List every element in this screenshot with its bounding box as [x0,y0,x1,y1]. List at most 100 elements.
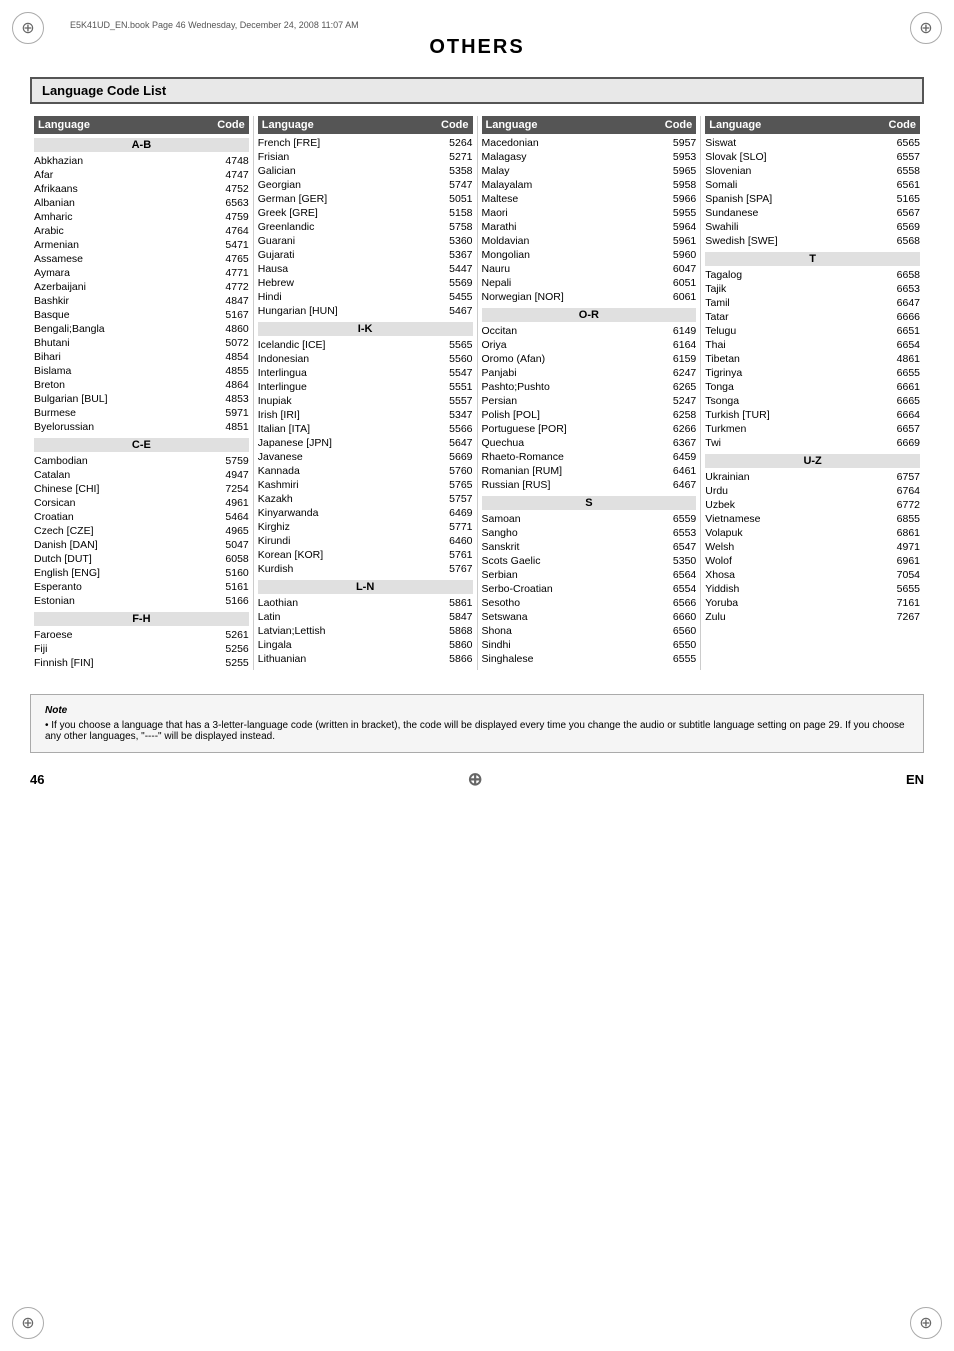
lang-name: Kirghiz [258,521,433,533]
table-row: Byelorussian4851 [34,420,249,434]
col-code-head: Code [876,119,916,131]
lang-code: 5560 [433,353,473,365]
lang-name: Slovenian [705,165,880,177]
table-row: Setswana6660 [482,610,697,624]
section-header-1-1: I-K [258,322,473,336]
lang-name: Danish [DAN] [34,539,209,551]
lang-code: 6561 [880,179,920,191]
lang-name: Vietnamese [705,513,880,525]
lang-name: Turkmen [705,423,880,435]
lang-name: Breton [34,379,209,391]
table-row: Kirundi6460 [258,534,473,548]
table-row: Catalan4947 [34,468,249,482]
table-row: Afrikaans4752 [34,182,249,196]
lang-code: 6569 [880,221,920,233]
lang-name: Bislama [34,365,209,377]
lang-name: Tatar [705,311,880,323]
table-row: Serbo-Croatian6554 [482,582,697,596]
table-row: Tagalog6658 [705,268,920,282]
lang-code: 6061 [656,291,696,303]
table-row: Spanish [SPA]5165 [705,192,920,206]
table-row: Mongolian5960 [482,248,697,262]
lang-name: Nepali [482,277,657,289]
section-header-1-2: L-N [258,580,473,594]
lang-code: 6665 [880,395,920,407]
lang-name: Georgian [258,179,433,191]
lang-column-3: LanguageCodeSiswat6565Slovak [SLO]6557Sl… [701,116,924,670]
lang-name: Welsh [705,541,880,553]
table-row: Laothian5861 [258,596,473,610]
lang-code: 4847 [209,295,249,307]
lang-code: 6159 [656,353,696,365]
section-header-3-1: T [705,252,920,266]
lang-name: Volapuk [705,527,880,539]
lang-code: 7254 [209,483,249,495]
table-row: Inupiak5557 [258,394,473,408]
lang-code: 5971 [209,407,249,419]
lang-code: 6757 [880,471,920,483]
lang-name: Samoan [482,513,657,525]
lang-code: 6647 [880,297,920,309]
table-row: Bengali;Bangla4860 [34,322,249,336]
table-row: Corsican4961 [34,496,249,510]
lang-code: 5161 [209,581,249,593]
lang-name: Hebrew [258,277,433,289]
table-row: Nepali6051 [482,276,697,290]
table-row: Malayalam5958 [482,178,697,192]
table-row: Shona6560 [482,624,697,638]
lang-name: Bulgarian [BUL] [34,393,209,405]
lang-name: Yiddish [705,583,880,595]
col-header-3: LanguageCode [705,116,920,134]
lang-code: 5467 [433,305,473,317]
lang-code: 6772 [880,499,920,511]
lang-code: 6461 [656,465,696,477]
lang-code: 5960 [656,249,696,261]
table-row: Panjabi6247 [482,366,697,380]
lang-code: 5771 [433,521,473,533]
table-row: Czech [CZE]4965 [34,524,249,538]
lang-code: 5647 [433,437,473,449]
lang-name: Thai [705,339,880,351]
table-row: Burmese5971 [34,406,249,420]
lang-name: Singhalese [482,653,657,665]
lang-code: 6861 [880,527,920,539]
corner-bl [12,1307,44,1339]
table-row: Turkish [TUR]6664 [705,408,920,422]
table-row: Samoan6559 [482,512,697,526]
table-row: Bulgarian [BUL]4853 [34,392,249,406]
lang-name: Interlingue [258,381,433,393]
lang-name: Lingala [258,639,433,651]
table-row: Aymara4771 [34,266,249,280]
lang-code: 6164 [656,339,696,351]
table-row: Kashmiri5765 [258,478,473,492]
lang-code: 5557 [433,395,473,407]
lang-name: Malagasy [482,151,657,163]
lang-code: 4864 [209,379,249,391]
lang-code: 5367 [433,249,473,261]
lang-name: Serbo-Croatian [482,583,657,595]
table-row: Albanian6563 [34,196,249,210]
lang-name: Greek [GRE] [258,207,433,219]
table-row: Galician5358 [258,164,473,178]
table-row: Lithuanian5866 [258,652,473,666]
lang-code: 6651 [880,325,920,337]
lang-name: Hindi [258,291,433,303]
lang-code: 5166 [209,595,249,607]
lang-code: 5866 [433,653,473,665]
lang-code: 6149 [656,325,696,337]
table-row: Moldavian5961 [482,234,697,248]
lang-code: 6655 [880,367,920,379]
table-row: Maltese5966 [482,192,697,206]
table-row: Polish [POL]6258 [482,408,697,422]
table-row: Wolof6961 [705,554,920,568]
lang-name: Sundanese [705,207,880,219]
lang-name: Kurdish [258,563,433,575]
table-row: Afar4747 [34,168,249,182]
col-code-head: Code [205,119,245,131]
table-row: Indonesian5560 [258,352,473,366]
lang-code: 6554 [656,583,696,595]
lang-code: 5955 [656,207,696,219]
page-number: 46 [30,772,44,787]
table-row: Rhaeto-Romance6459 [482,450,697,464]
table-row: Tajik6653 [705,282,920,296]
